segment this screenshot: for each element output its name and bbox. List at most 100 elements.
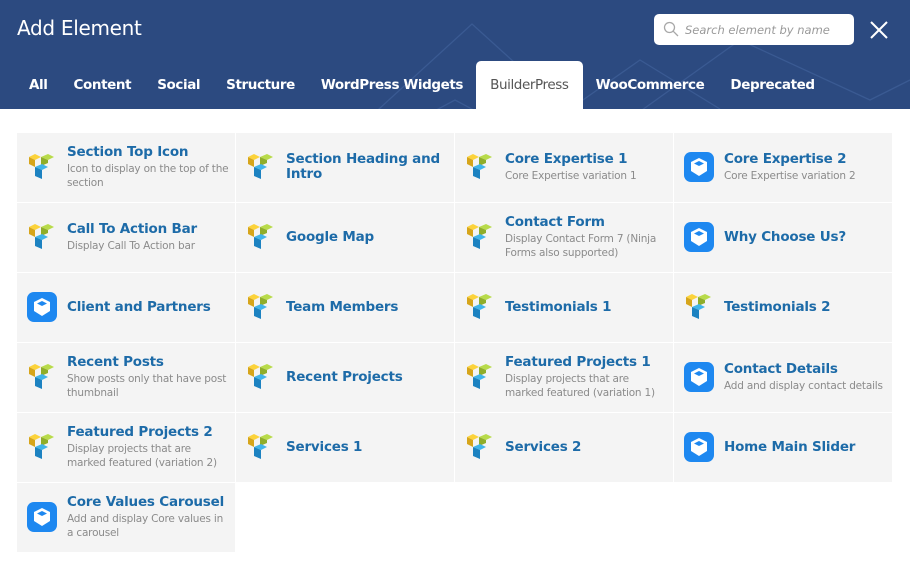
element-title: Contact Details	[724, 360, 838, 377]
element-card[interactable]: Home Main Slider	[674, 413, 892, 482]
element-card[interactable]: Section Heading and Intro	[236, 133, 454, 202]
tab-builderpress[interactable]: BuilderPress	[476, 61, 583, 109]
modal-title: Add Element	[17, 16, 142, 40]
element-card[interactable]: Services 2	[455, 413, 673, 482]
element-card[interactable]: Contact Details Add and display contact d…	[674, 343, 892, 412]
element-card[interactable]: Testimonials 1	[455, 273, 673, 342]
element-card-text: Client and Partners	[67, 298, 235, 315]
element-title: Recent Projects	[286, 368, 403, 385]
element-card-text: Google Map	[286, 228, 454, 245]
tab-structure[interactable]: Structure	[213, 61, 308, 109]
vc-cubes-icon	[465, 291, 495, 323]
element-card[interactable]: Call To Action Bar Display Call To Action…	[17, 203, 235, 272]
element-title: Services 2	[505, 438, 582, 455]
box-app-icon	[684, 431, 714, 463]
element-card[interactable]: Team Members	[236, 273, 454, 342]
element-card-text: Section Top Icon Icon to display on the t…	[67, 144, 235, 190]
element-card[interactable]: Services 1	[236, 413, 454, 482]
box-app-icon	[27, 291, 57, 323]
close-icon[interactable]	[868, 19, 890, 41]
element-card-text: Section Heading and Intro	[286, 152, 454, 182]
vc-cubes-icon	[27, 221, 57, 253]
element-title: Home Main Slider	[724, 438, 856, 455]
element-title: Core Expertise 2	[724, 150, 847, 167]
element-card[interactable]: Google Map	[236, 203, 454, 272]
element-card[interactable]: Core Expertise 2 Core Expertise variation…	[674, 133, 892, 202]
element-description: Display Contact Form 7 (Ninja Forms also…	[505, 232, 657, 259]
vc-cubes-icon	[246, 151, 276, 183]
element-card-text: Core Expertise 1 Core Expertise variation…	[505, 150, 673, 183]
element-title: Client and Partners	[67, 298, 211, 315]
element-card[interactable]: Section Top Icon Icon to display on the t…	[17, 133, 235, 202]
box-app-icon	[684, 151, 714, 183]
vc-cubes-icon	[27, 361, 57, 393]
element-description: Show posts only that have post thumbnail	[67, 372, 227, 399]
element-card[interactable]: Featured Projects 1 Display projects that…	[455, 343, 673, 412]
vc-cubes-icon	[246, 431, 276, 463]
box-app-icon	[27, 501, 57, 533]
element-title: Featured Projects 2	[67, 423, 213, 440]
element-grid: Section Top Icon Icon to display on the t…	[17, 133, 892, 552]
vc-cubes-icon	[246, 361, 276, 393]
element-card-text: Testimonials 2	[724, 298, 892, 315]
vc-cubes-icon	[465, 151, 495, 183]
element-card-text: Core Expertise 2 Core Expertise variation…	[724, 150, 892, 183]
element-card-text: Contact Details Add and display contact d…	[724, 360, 892, 393]
vc-cubes-icon	[465, 431, 495, 463]
element-title: Google Map	[286, 228, 374, 245]
element-card-text: Services 2	[505, 438, 673, 455]
tab-deprecated[interactable]: Deprecated	[717, 61, 827, 109]
vc-cubes-icon	[684, 291, 714, 323]
element-card[interactable]: Core Values Carousel Add and display Core…	[17, 483, 235, 552]
element-title: Section Heading and Intro	[286, 151, 440, 183]
element-title: Why Choose Us?	[724, 228, 846, 245]
element-description: Add and display contact details	[724, 379, 883, 392]
element-card-text: Featured Projects 2 Display projects that…	[67, 423, 235, 470]
tab-social[interactable]: Social	[144, 61, 213, 109]
element-description: Display projects that are marked feature…	[505, 372, 655, 399]
element-card[interactable]: Recent Posts Show posts only that have po…	[17, 343, 235, 412]
element-title: Recent Posts	[67, 353, 164, 370]
element-title: Services 1	[286, 438, 363, 455]
element-card-text: Why Choose Us?	[724, 228, 892, 245]
element-card-text: Featured Projects 1 Display projects that…	[505, 353, 673, 400]
element-card-text: Team Members	[286, 298, 454, 315]
element-description: Display Call To Action bar	[67, 239, 195, 252]
search-box[interactable]	[654, 14, 854, 45]
element-card[interactable]: Why Choose Us?	[674, 203, 892, 272]
element-description: Display projects that are marked feature…	[67, 442, 217, 469]
element-description: Core Expertise variation 1	[505, 169, 637, 182]
element-card[interactable]: Recent Projects	[236, 343, 454, 412]
tab-wordpress-widgets[interactable]: WordPress Widgets	[308, 61, 476, 109]
element-card[interactable]: Core Expertise 1 Core Expertise variation…	[455, 133, 673, 202]
element-card[interactable]: Testimonials 2	[674, 273, 892, 342]
element-card[interactable]: Client and Partners	[17, 273, 235, 342]
element-title: Core Values Carousel	[67, 493, 225, 510]
vc-cubes-icon	[246, 221, 276, 253]
box-app-icon	[684, 221, 714, 253]
search-input[interactable]	[685, 14, 850, 45]
element-title: Testimonials 2	[724, 298, 831, 315]
tab-woocommerce[interactable]: WooCommerce	[583, 61, 718, 109]
modal-header: Add Element All Content Social Structure…	[0, 0, 910, 109]
element-card[interactable]: Featured Projects 2 Display projects that…	[17, 413, 235, 482]
element-description: Core Expertise variation 2	[724, 169, 856, 182]
box-app-icon	[684, 361, 714, 393]
element-title: Featured Projects 1	[505, 353, 651, 370]
element-card-text: Services 1	[286, 438, 454, 455]
element-card-text: Recent Projects	[286, 368, 454, 385]
tab-all[interactable]: All	[17, 61, 61, 109]
element-card-text: Recent Posts Show posts only that have po…	[67, 353, 235, 400]
element-card-text: Call To Action Bar Display Call To Action…	[67, 220, 235, 253]
element-description: Add and display Core values in a carouse…	[67, 512, 224, 539]
tab-content[interactable]: Content	[61, 61, 145, 109]
vc-cubes-icon	[465, 361, 495, 393]
element-title: Testimonials 1	[505, 298, 612, 315]
element-title: Core Expertise 1	[505, 150, 628, 167]
element-title: Call To Action Bar	[67, 220, 197, 237]
element-description: Icon to display on the top of the sectio…	[67, 162, 229, 189]
element-card[interactable]: Contact Form Display Contact Form 7 (Ninj…	[455, 203, 673, 272]
element-title: Team Members	[286, 298, 399, 315]
search-icon	[663, 21, 679, 37]
element-card-text: Home Main Slider	[724, 438, 892, 455]
